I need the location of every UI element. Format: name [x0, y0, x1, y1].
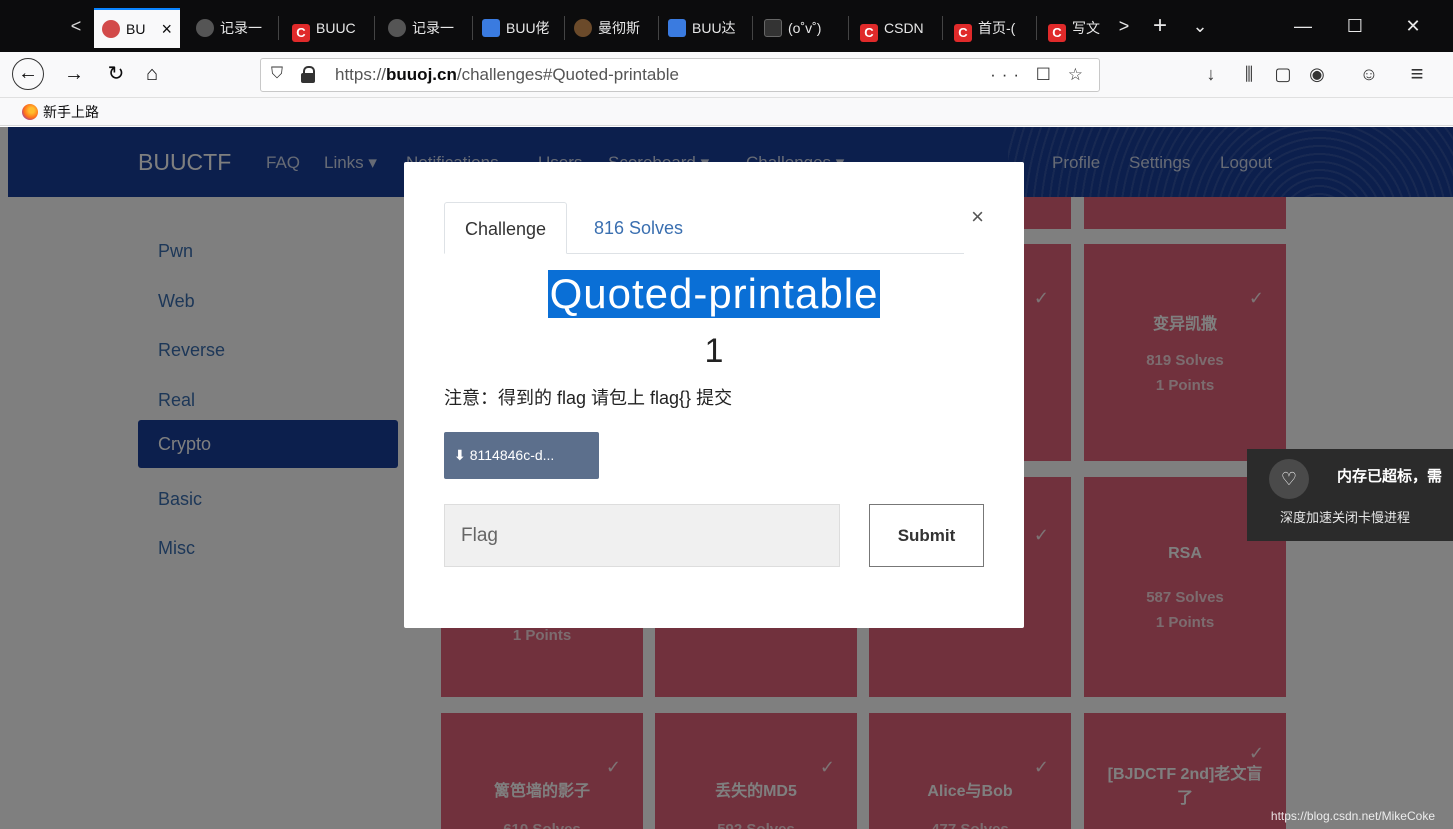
- url-path: /challenges#Quoted-printable: [456, 65, 679, 84]
- library-icon[interactable]: ⫼: [1232, 58, 1266, 90]
- browser-tab-bar: < BU × 记录一 C BUUC 记录一 BUU佬 曼彻斯 BUU达 (o˚v˚…: [0, 0, 1453, 52]
- tab-buu-active[interactable]: BU ×: [94, 8, 180, 48]
- csdn-icon: C: [1048, 24, 1066, 42]
- tab-home-csdn[interactable]: C 首页-(: [946, 8, 1034, 48]
- tab-label: 记录一: [220, 20, 262, 36]
- toast-body[interactable]: 深度加速关闭卡慢进程: [1280, 507, 1410, 526]
- tab-solves[interactable]: 816 Solves: [574, 202, 703, 254]
- bookmark-label: 新手上路: [43, 104, 99, 120]
- tab-csdn[interactable]: C CSDN: [852, 8, 938, 48]
- url-domain: buuoj.cn: [386, 65, 457, 84]
- csdn-icon: C: [292, 24, 310, 42]
- csdn-icon: C: [860, 24, 878, 42]
- tab-label: 首页-(: [978, 20, 1016, 36]
- challenge-points: 1: [704, 332, 724, 370]
- address-bar[interactable]: ⛉ https://buuoj.cn/challenges#Quoted-pri…: [260, 58, 1100, 92]
- challenge-modal: Challenge 816 Solves × Quoted-printable …: [404, 162, 1024, 628]
- tab-scroll-right-icon[interactable]: >: [1106, 8, 1142, 44]
- tab-label: 记录一: [412, 20, 454, 36]
- challenge-description: 注意：得到的 flag 请包上 flag{} 提交: [444, 388, 733, 408]
- tab-record-1[interactable]: 记录一: [188, 8, 272, 48]
- page-actions-icons[interactable]: ··· ☐ ☆: [990, 59, 1089, 91]
- maximize-icon[interactable]: ☐: [1330, 8, 1380, 44]
- download-file-button[interactable]: ⬇ 8114846c-d...: [444, 432, 599, 479]
- sidebar-toggle-icon[interactable]: ▢: [1266, 58, 1300, 90]
- menu-icon[interactable]: ≡: [1400, 58, 1434, 90]
- tab-separator: [848, 16, 849, 40]
- lock-icon[interactable]: [301, 66, 315, 84]
- baidu-paw-icon: [668, 19, 686, 37]
- file-name: 8114846c-d...: [469, 447, 555, 463]
- tab-record-2[interactable]: 记录一: [380, 8, 468, 48]
- tab-scroll-left-icon[interactable]: <: [60, 8, 92, 44]
- tab-buu-baidu-2[interactable]: BUU达: [660, 8, 750, 48]
- dark-favicon-icon: [764, 19, 782, 37]
- toast-title: 内存已超标，需: [1337, 468, 1443, 485]
- page-content: BUUCTF FAQ Links ▾ Notifications Users S…: [0, 127, 1453, 829]
- submit-button[interactable]: Submit: [869, 504, 984, 567]
- modal-tabs: Challenge 816 Solves: [444, 202, 964, 254]
- home-icon[interactable]: ⌂: [136, 58, 168, 90]
- tab-label: (o˚v˚): [788, 20, 822, 36]
- tab-separator: [278, 16, 279, 40]
- tab-separator: [374, 16, 375, 40]
- tab-buuc-csdn[interactable]: C BUUC: [284, 8, 370, 48]
- modal-close-icon[interactable]: ×: [971, 204, 984, 230]
- minimize-icon[interactable]: —: [1278, 8, 1328, 44]
- url-prefix: https://: [335, 65, 387, 84]
- ghost-icon: [388, 19, 406, 37]
- watermark: https://blog.csdn.net/MikeCoke: [1270, 809, 1435, 823]
- tab-list-icon[interactable]: ⌄: [1180, 8, 1220, 44]
- ghost-icon: [196, 19, 214, 37]
- tab-label: BUUC: [316, 20, 356, 36]
- tab-emoticon[interactable]: (o˚v˚): [756, 8, 846, 48]
- tab-separator: [472, 16, 473, 40]
- tab-separator: [1036, 16, 1037, 40]
- firefox-icon: [22, 104, 38, 120]
- tab-label: BUU佬: [506, 20, 550, 36]
- tab-label: BU: [126, 21, 146, 37]
- forward-arrow-icon[interactable]: →: [58, 58, 90, 90]
- tab-label: BUU达: [692, 20, 736, 36]
- back-arrow-icon[interactable]: ←: [12, 58, 44, 90]
- flag-input[interactable]: [444, 504, 840, 567]
- tab-challenge[interactable]: Challenge: [444, 202, 568, 254]
- shield-check-icon: ♡: [1269, 459, 1309, 499]
- baidu-paw-icon: [482, 19, 500, 37]
- challenge-title-text: Quoted-printable: [547, 270, 881, 318]
- tab-separator: [942, 16, 943, 40]
- tab-buu-baidu-1[interactable]: BUU佬: [474, 8, 562, 48]
- tab-separator: [752, 16, 753, 40]
- browser-nav-bar: ← → ↻ ⌂ ⛉ https://buuoj.cn/challenges#Qu…: [0, 52, 1453, 98]
- tab-write-article[interactable]: C 写文: [1040, 8, 1116, 48]
- bookmark-getting-started[interactable]: 新手上路: [22, 102, 99, 122]
- downloads-icon[interactable]: ↓: [1194, 58, 1228, 90]
- download-icon: ⬇: [454, 447, 466, 463]
- tracking-shield-icon[interactable]: ⛉: [271, 65, 283, 83]
- extension-icon[interactable]: ☺: [1352, 58, 1386, 90]
- reload-icon[interactable]: ↻: [100, 58, 132, 90]
- new-tab-icon[interactable]: +: [1140, 8, 1180, 44]
- tab-close-icon[interactable]: ×: [161, 10, 172, 48]
- account-icon[interactable]: ◉: [1300, 58, 1334, 90]
- challenge-title: Quoted-printable: [404, 270, 1024, 318]
- tab-label: 曼彻斯: [598, 20, 640, 36]
- csdn-icon: C: [954, 24, 972, 42]
- bookmarks-bar: 新手上路: [0, 98, 1453, 126]
- window-close-icon[interactable]: ✕: [1388, 8, 1438, 44]
- tab-separator: [564, 16, 565, 40]
- tab-separator: [658, 16, 659, 40]
- tab-label: CSDN: [884, 20, 924, 36]
- url-text[interactable]: https://buuoj.cn/challenges#Quoted-print…: [335, 59, 679, 91]
- tab-label: 写文: [1072, 20, 1100, 36]
- tab-manchester[interactable]: 曼彻斯: [566, 8, 656, 48]
- memory-warning-toast[interactable]: ♡ 内存已超标，需 深度加速关闭卡慢进程: [1247, 449, 1453, 541]
- anime-avatar-icon: [574, 19, 592, 37]
- buu-logo-icon: [102, 20, 120, 38]
